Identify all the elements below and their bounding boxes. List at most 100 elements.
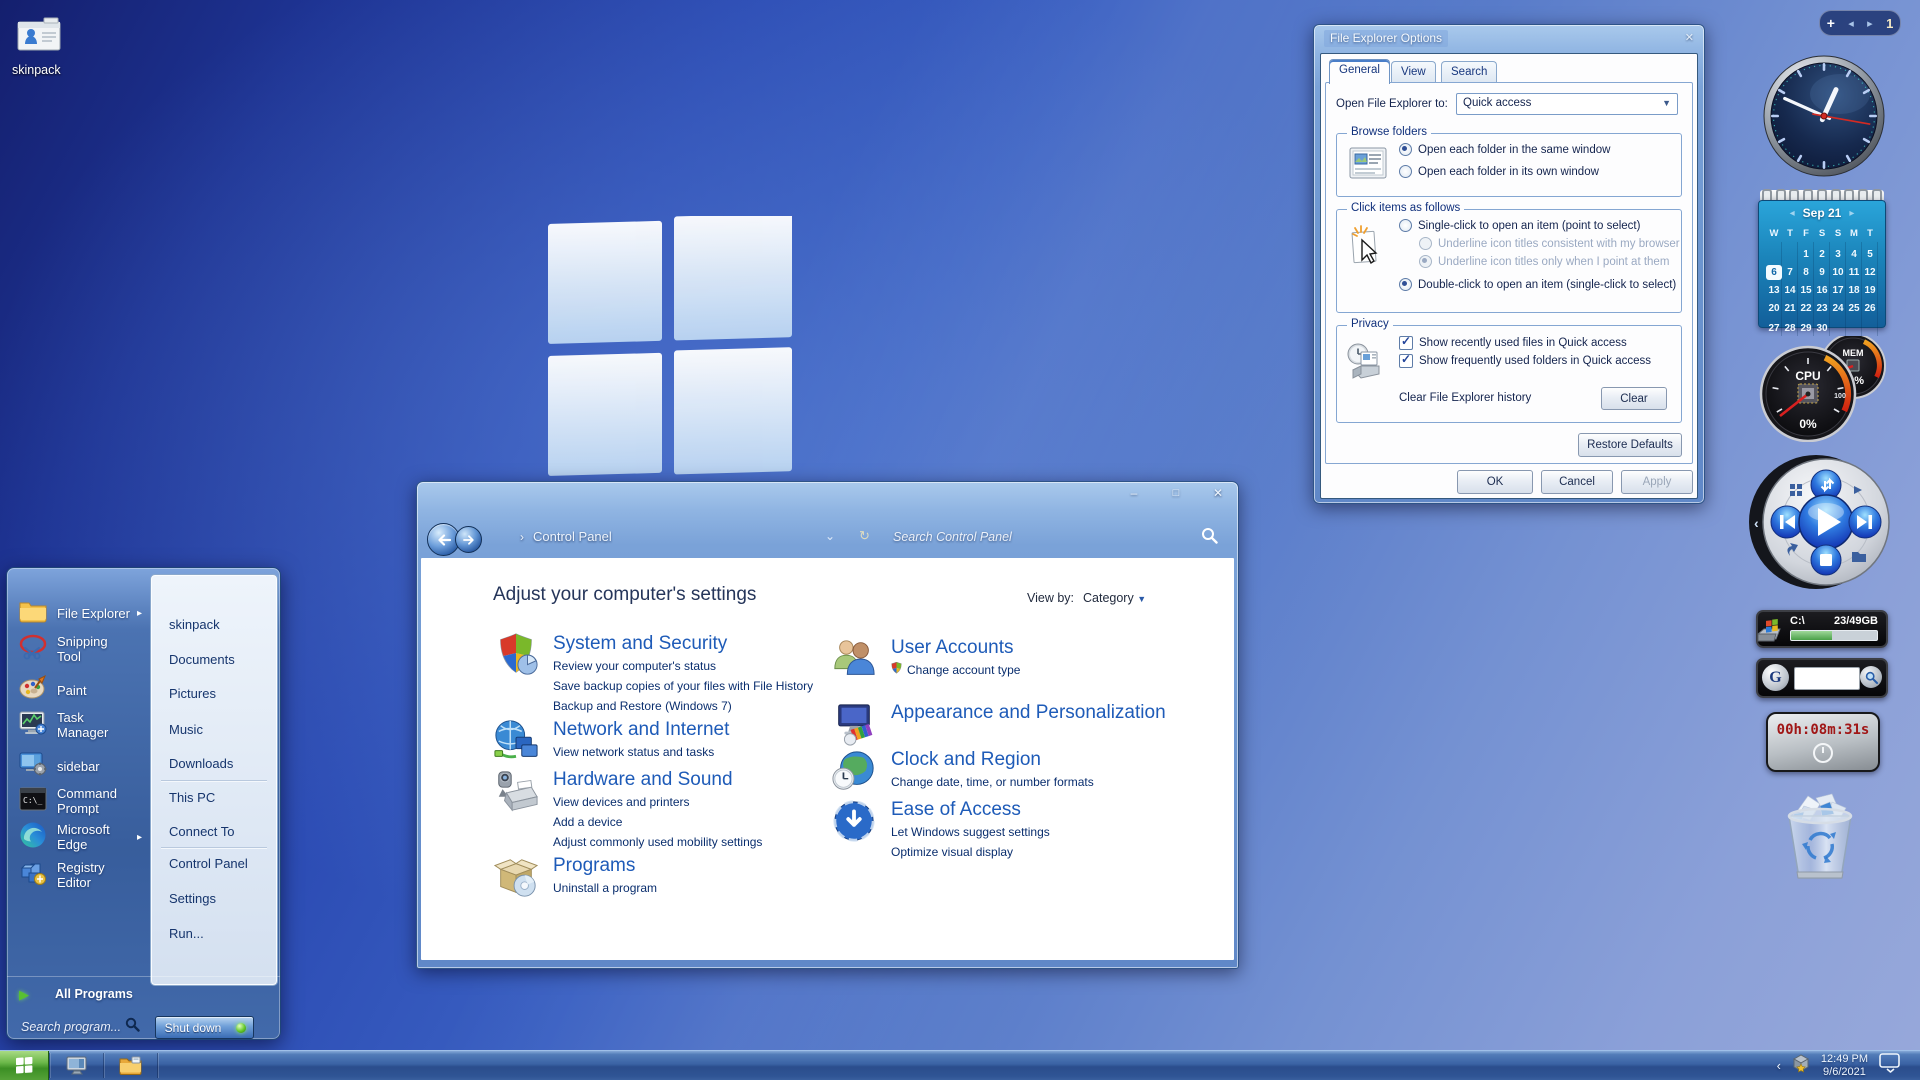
add-gadget-button[interactable]: + [1827, 16, 1835, 30]
category-link[interactable]: Change account type [891, 662, 1020, 679]
calendar-day[interactable]: 7 [1782, 265, 1798, 280]
address-dropdown-chevron[interactable]: ⌄ [825, 529, 835, 543]
category-link[interactable]: Let Windows suggest settings [891, 824, 1050, 841]
calendar-day[interactable]: 19 [1862, 283, 1878, 298]
calendar-day[interactable]: 4 [1846, 247, 1862, 262]
start-item-documents[interactable]: Documents [151, 649, 277, 671]
category-link[interactable]: Adjust commonly used mobility settings [553, 834, 762, 851]
calendar-day[interactable]: 15 [1798, 283, 1814, 298]
calendar-day[interactable]: 8 [1798, 265, 1814, 280]
calendar-day[interactable]: 5 [1862, 247, 1878, 262]
open-to-dropdown[interactable]: Quick access ▼ [1456, 93, 1678, 115]
media-prev-button[interactable] [1771, 506, 1803, 538]
calendar-day[interactable]: 2 [1814, 247, 1830, 262]
calendar-day[interactable]: 3 [1830, 247, 1846, 262]
start-item-control-panel[interactable]: Control Panel [151, 853, 277, 875]
calendar-next-month[interactable]: ▸ [1849, 208, 1854, 219]
pager-prev-button[interactable]: ◂ [1848, 17, 1854, 30]
calendar-day[interactable]: 29 [1798, 321, 1814, 336]
calendar-day[interactable]: 1 [1798, 247, 1814, 262]
calendar-day[interactable]: 27 [1766, 321, 1782, 336]
start-item-run[interactable]: Run... [151, 923, 277, 945]
calendar-day[interactable]: 16 [1814, 283, 1830, 298]
tab-search[interactable]: Search [1441, 61, 1497, 83]
ease-of-access-icon[interactable] [831, 798, 877, 861]
category-title[interactable]: System and Security [553, 632, 813, 655]
tray-expand-chevron[interactable]: ‹ [1777, 1058, 1781, 1073]
tray-app-icon[interactable] [1791, 1053, 1811, 1078]
calendar-day[interactable]: 17 [1830, 283, 1846, 298]
appearance-icon[interactable] [831, 701, 877, 752]
start-item-pictures[interactable]: Pictures [151, 683, 277, 705]
calendar-gadget[interactable]: ◂ Sep 21 ▸ WTFSSMT 123456789101112131415… [1758, 190, 1886, 328]
pager-next-button[interactable]: ▸ [1867, 17, 1873, 30]
media-stop-button[interactable] [1811, 545, 1841, 575]
calendar-day[interactable]: 6 [1766, 265, 1782, 280]
timer-power-button[interactable] [1813, 743, 1833, 763]
start-item-registry-editor[interactable]: RegistryEditor [19, 856, 155, 894]
start-item-microsoft-edge[interactable]: MicrosoftEdge ▸ [19, 818, 155, 856]
calendar-day[interactable]: 13 [1766, 283, 1782, 298]
hardware-sound-icon[interactable] [493, 768, 539, 851]
category-title[interactable]: Ease of Access [891, 798, 1050, 821]
start-button[interactable] [0, 1051, 49, 1080]
restore-defaults-button[interactable]: Restore Defaults [1578, 433, 1682, 457]
calendar-day[interactable]: 24 [1830, 301, 1846, 316]
category-link[interactable]: Backup and Restore (Windows 7) [553, 698, 813, 715]
maximize-button[interactable]: □ [1161, 487, 1191, 499]
start-item-skinpack[interactable]: skinpack [151, 614, 277, 636]
category-title[interactable]: Appearance and Personalization [891, 701, 1166, 724]
check-frequent-folders[interactable]: Show frequently used folders in Quick ac… [1399, 354, 1651, 368]
breadcrumb[interactable]: Control Panel [533, 529, 612, 544]
category-link[interactable]: Optimize visual display [891, 844, 1050, 861]
media-player-gadget[interactable]: ‹ [1746, 452, 1898, 594]
category-link[interactable]: View network status and tasks [553, 744, 729, 761]
calendar-day[interactable]: 12 [1862, 265, 1878, 280]
timer-gadget[interactable]: 00h:08m:31s [1766, 712, 1880, 772]
category-link[interactable]: Change date, time, or number formats [891, 774, 1094, 791]
calendar-day[interactable]: 20 [1766, 301, 1782, 316]
calendar-day[interactable]: 9 [1814, 265, 1830, 280]
close-button[interactable]: ✕ [1203, 486, 1233, 500]
radio-double-click[interactable]: Double-click to open an item (single-cli… [1399, 278, 1676, 291]
start-item-downloads[interactable]: Downloads [151, 753, 277, 775]
category-link[interactable]: Add a device [553, 814, 762, 831]
calendar-day[interactable]: 26 [1862, 301, 1878, 316]
start-item-paint[interactable]: Paint [19, 671, 155, 709]
search-icon[interactable] [1201, 527, 1218, 549]
start-item-task-manager[interactable]: TaskManager [19, 706, 155, 744]
start-item-sidebar[interactable]: sidebar [19, 747, 155, 785]
show-desktop-button[interactable] [1878, 1052, 1902, 1079]
calendar-day[interactable]: 25 [1846, 301, 1862, 316]
category-link[interactable]: View devices and printers [553, 794, 762, 811]
network-internet-icon[interactable] [493, 718, 539, 769]
search-gadget-input[interactable] [1794, 667, 1860, 690]
media-next-button[interactable] [1849, 506, 1881, 538]
category-link[interactable]: Uninstall a program [553, 880, 657, 897]
start-item-command-prompt[interactable]: C:\_ CommandPrompt [19, 782, 155, 820]
shutdown-button[interactable]: Shut down [155, 1016, 231, 1039]
category-title[interactable]: Clock and Region [891, 748, 1094, 771]
start-item-this-pc[interactable]: This PC [151, 787, 277, 809]
cpu-meter-gadget[interactable]: MEM 19% CPU 100 0% [1756, 336, 1888, 442]
taskbar-item-sidebar[interactable] [50, 1051, 103, 1080]
calendar-day[interactable]: 22 [1798, 301, 1814, 316]
category-title[interactable]: Network and Internet [553, 718, 729, 741]
minimize-button[interactable]: – [1119, 486, 1149, 500]
desktop-icon-skinpack[interactable]: skinpack [12, 16, 88, 77]
forward-button[interactable] [455, 526, 482, 553]
media-play-button[interactable] [1799, 495, 1853, 549]
refresh-icon[interactable]: ↻ [859, 528, 870, 544]
category-link[interactable]: Review your computer's status [553, 658, 813, 675]
radio-own-window[interactable]: Open each folder in its own window [1399, 165, 1599, 178]
programs-icon[interactable] [493, 854, 539, 905]
start-item-settings[interactable]: Settings [151, 888, 277, 910]
radio-same-window[interactable]: Open each folder in the same window [1399, 143, 1610, 156]
start-item-file-explorer[interactable]: File Explorer ▸ [19, 594, 155, 632]
view-by-value[interactable]: Category ▼ [1083, 591, 1146, 605]
start-item-music[interactable]: Music [151, 719, 277, 741]
search-gadget-button[interactable] [1860, 666, 1882, 688]
check-recent-files[interactable]: Show recently used files in Quick access [1399, 336, 1627, 350]
clock-region-icon[interactable] [831, 748, 877, 799]
system-security-icon[interactable] [493, 632, 539, 715]
